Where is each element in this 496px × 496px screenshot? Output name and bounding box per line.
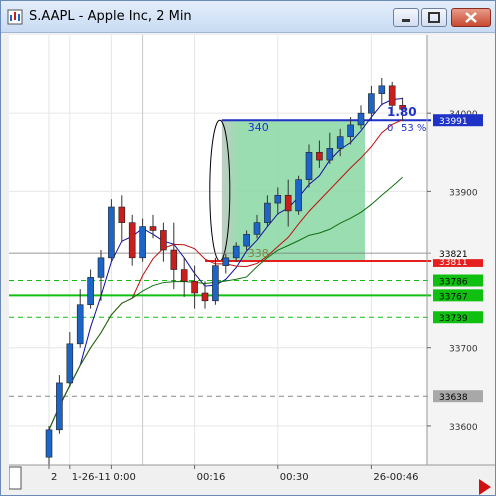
candle-body: [284, 194, 292, 212]
candle-body: [347, 124, 354, 137]
blue-level-tag-label: 33991: [439, 117, 468, 127]
candle: [295, 175, 302, 215]
chart-window: S.AAPL - Apple Inc, 2 Min 340 338 1.80 0…: [0, 0, 496, 496]
time-tick-label: 00:30: [280, 472, 309, 483]
window-title: S.AAPL - Apple Inc, 2 Min: [29, 9, 192, 24]
candle-body: [264, 202, 271, 223]
candle-body: [87, 277, 94, 306]
candle: [108, 199, 115, 262]
measure-start-label: 338: [248, 247, 269, 260]
measure-box: [221, 120, 365, 261]
candle-body: [378, 85, 386, 94]
candle-body: [128, 222, 136, 259]
candle-body: [222, 257, 230, 266]
time-tick-label: 0:00: [113, 472, 135, 483]
time-tick-label: 2: [51, 472, 57, 483]
candle-body: [316, 151, 323, 161]
candle: [56, 375, 63, 434]
current-level-tag-label: 33821: [439, 250, 468, 260]
close-icon: [465, 12, 477, 23]
candle-body: [118, 206, 126, 223]
candle-body: [56, 382, 63, 431]
candle-body: [305, 151, 313, 180]
candle-body: [66, 343, 74, 384]
time-tick-label: 1-26-11: [72, 472, 111, 483]
maximize-button[interactable]: [421, 8, 447, 27]
candle-body: [388, 85, 396, 106]
chart-area[interactable]: 3403381.80053 % 340003390033700336003399…: [8, 35, 495, 495]
candle-body: [295, 179, 302, 212]
candle-body: [45, 429, 53, 458]
price-tick-label: 33700: [449, 345, 478, 355]
maximize-icon: [428, 12, 440, 23]
price-tick-label: 33900: [449, 188, 478, 198]
measure-end-label: 340: [248, 121, 269, 134]
measure-bars-label: 0: [387, 123, 393, 134]
candle-body: [170, 249, 178, 270]
candle-body: [191, 280, 198, 294]
candle-body: [274, 194, 282, 204]
minimize-icon: [402, 19, 410, 22]
candle-body: [76, 304, 84, 345]
candle-body: [108, 206, 115, 259]
green-dash-lower-tag-label: 33739: [439, 314, 468, 324]
candle-body: [232, 245, 240, 259]
time-tick-label: 00:16: [197, 472, 226, 483]
candle-body: [149, 226, 157, 231]
time-tick-label: 26-00:46: [373, 472, 418, 483]
candle-body: [243, 234, 250, 247]
candle-body: [357, 112, 365, 126]
title-bar[interactable]: S.AAPL - Apple Inc, 2 Min: [1, 1, 495, 33]
minimize-button[interactable]: [393, 8, 419, 27]
candle-body: [201, 292, 209, 302]
candle-body: [212, 265, 219, 302]
price-chart[interactable]: 3403381.80053 % 340003390033700336003399…: [8, 35, 495, 495]
candle-body: [336, 136, 344, 149]
candle-body: [160, 230, 167, 251]
candle-body: [180, 269, 188, 282]
candle: [128, 214, 136, 266]
chart-settings-box: [8, 466, 22, 490]
measure-percent-label: 53 %: [401, 123, 426, 134]
price-tick-label: 33600: [449, 423, 478, 433]
candle-body: [97, 257, 105, 278]
close-button[interactable]: [451, 8, 491, 27]
gray-dash-tag-label: 33638: [439, 393, 468, 403]
candle-body: [368, 93, 375, 114]
green-solid-tag-label: 33767: [439, 292, 468, 302]
measure-change-label: 1.80: [387, 105, 417, 119]
candle-body: [253, 222, 261, 235]
app-chart-icon: [7, 9, 23, 25]
candle-body: [326, 148, 334, 161]
green-dash-upper-tag-label: 33786: [439, 277, 468, 287]
candle-body: [139, 226, 146, 259]
